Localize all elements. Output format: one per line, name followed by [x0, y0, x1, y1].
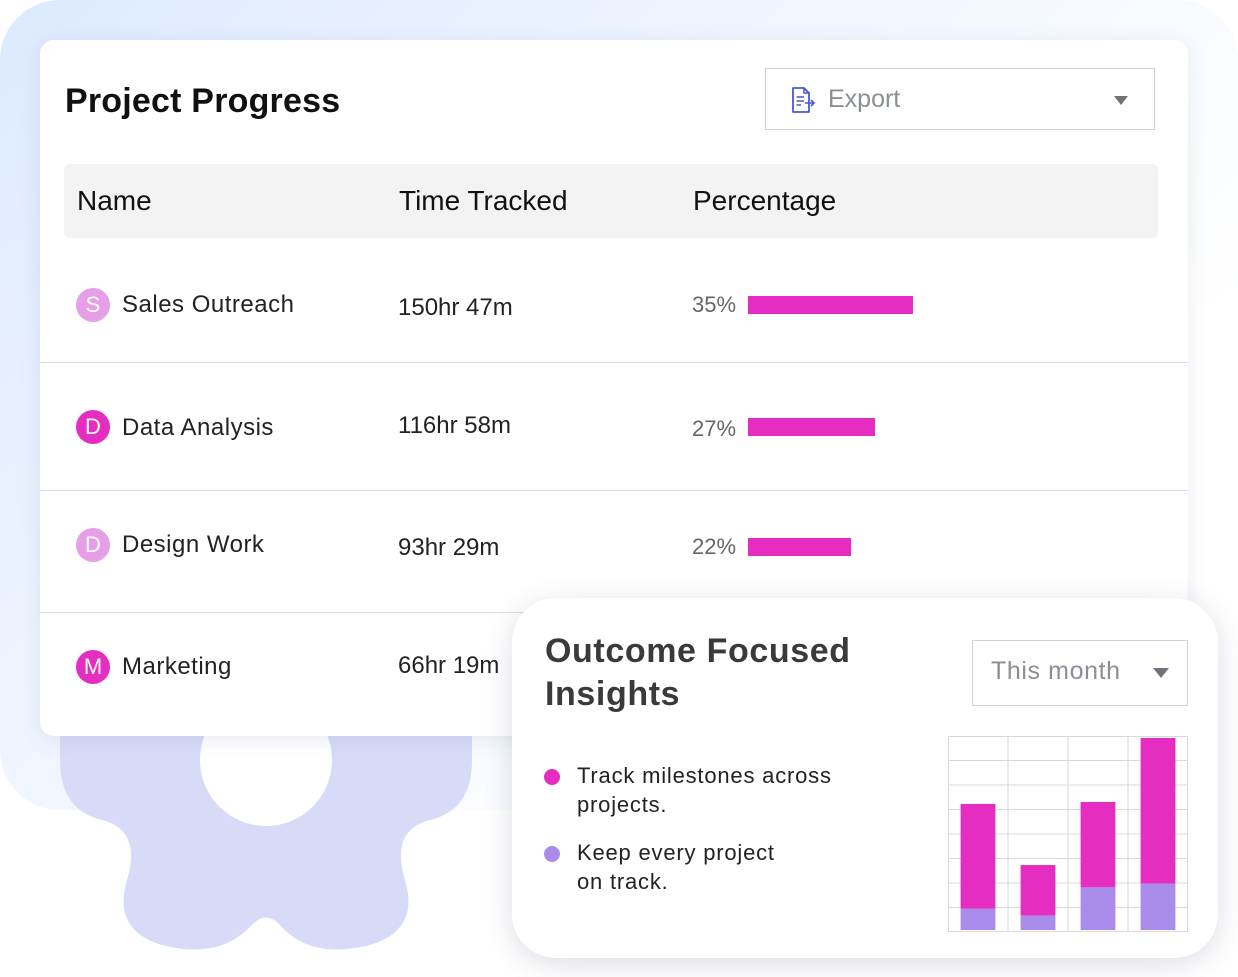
- avatar: S: [76, 288, 110, 322]
- bar-segment-2-1: [1080, 802, 1116, 888]
- bar-segment-0-0: [960, 908, 996, 930]
- column-header-name: Name: [77, 185, 152, 216]
- table-row[interactable]: D Data Analysis 116hr 58m 27%: [40, 364, 1188, 491]
- progress-bar: [748, 418, 1188, 436]
- bar-segment-0-1: [960, 803, 996, 909]
- project-name: Data Analysis: [122, 414, 274, 441]
- time-tracked: 66hr 19m: [398, 652, 500, 679]
- project-name: Design Work: [122, 531, 265, 558]
- project-name: Sales Outreach: [122, 291, 295, 318]
- bar-segment-2-0: [1080, 887, 1116, 930]
- bullet-text: Keep every project on track.: [577, 840, 775, 894]
- table-header: Name Time Tracked Percentage: [64, 164, 1158, 238]
- export-document-icon: [792, 87, 816, 113]
- page-title: Project Progress: [65, 82, 341, 120]
- progress-bar-fill: [748, 296, 913, 314]
- project-name: Marketing: [122, 653, 232, 680]
- period-label: This month: [991, 657, 1121, 685]
- bullet-dot-icon: [544, 769, 560, 785]
- bar-segment-3-0: [1140, 883, 1176, 930]
- gear-decoration: [60, 700, 472, 950]
- period-dropdown[interactable]: This month: [972, 640, 1188, 706]
- progress-bar-fill: [748, 418, 875, 436]
- insights-title: Outcome Focused Insights: [545, 632, 851, 713]
- avatar: D: [76, 410, 110, 444]
- stacked-bar-chart: [948, 736, 1188, 932]
- time-tracked: 116hr 58m: [398, 412, 511, 439]
- column-header-percentage: Percentage: [693, 185, 837, 216]
- bullet-text: Track milestones across projects.: [577, 763, 832, 817]
- bar-segment-1-0: [1020, 915, 1056, 930]
- chevron-down-icon: [1114, 96, 1128, 105]
- percentage-value: 35%: [692, 292, 737, 317]
- progress-bar: [748, 538, 1188, 556]
- percentage-value: 22%: [692, 534, 737, 559]
- table-row[interactable]: S Sales Outreach 150hr 47m 35%: [40, 238, 1188, 363]
- avatar: M: [76, 650, 110, 684]
- export-dropdown[interactable]: Export: [765, 68, 1155, 130]
- bullet-dot-icon: [544, 846, 560, 862]
- bar-segment-3-1: [1140, 738, 1176, 884]
- bar-segment-1-1: [1020, 865, 1056, 916]
- progress-bar-fill: [748, 538, 852, 556]
- percentage-value: 27%: [692, 416, 737, 441]
- time-tracked: 150hr 47m: [398, 294, 513, 321]
- time-tracked: 93hr 29m: [398, 534, 500, 561]
- progress-bar: [748, 296, 1188, 314]
- avatar: D: [76, 528, 110, 562]
- column-header-time: Time Tracked: [399, 185, 568, 216]
- chevron-down-icon: [1153, 668, 1169, 678]
- export-label: Export: [828, 85, 901, 113]
- table-row[interactable]: D Design Work 93hr 29m 22%: [40, 492, 1188, 613]
